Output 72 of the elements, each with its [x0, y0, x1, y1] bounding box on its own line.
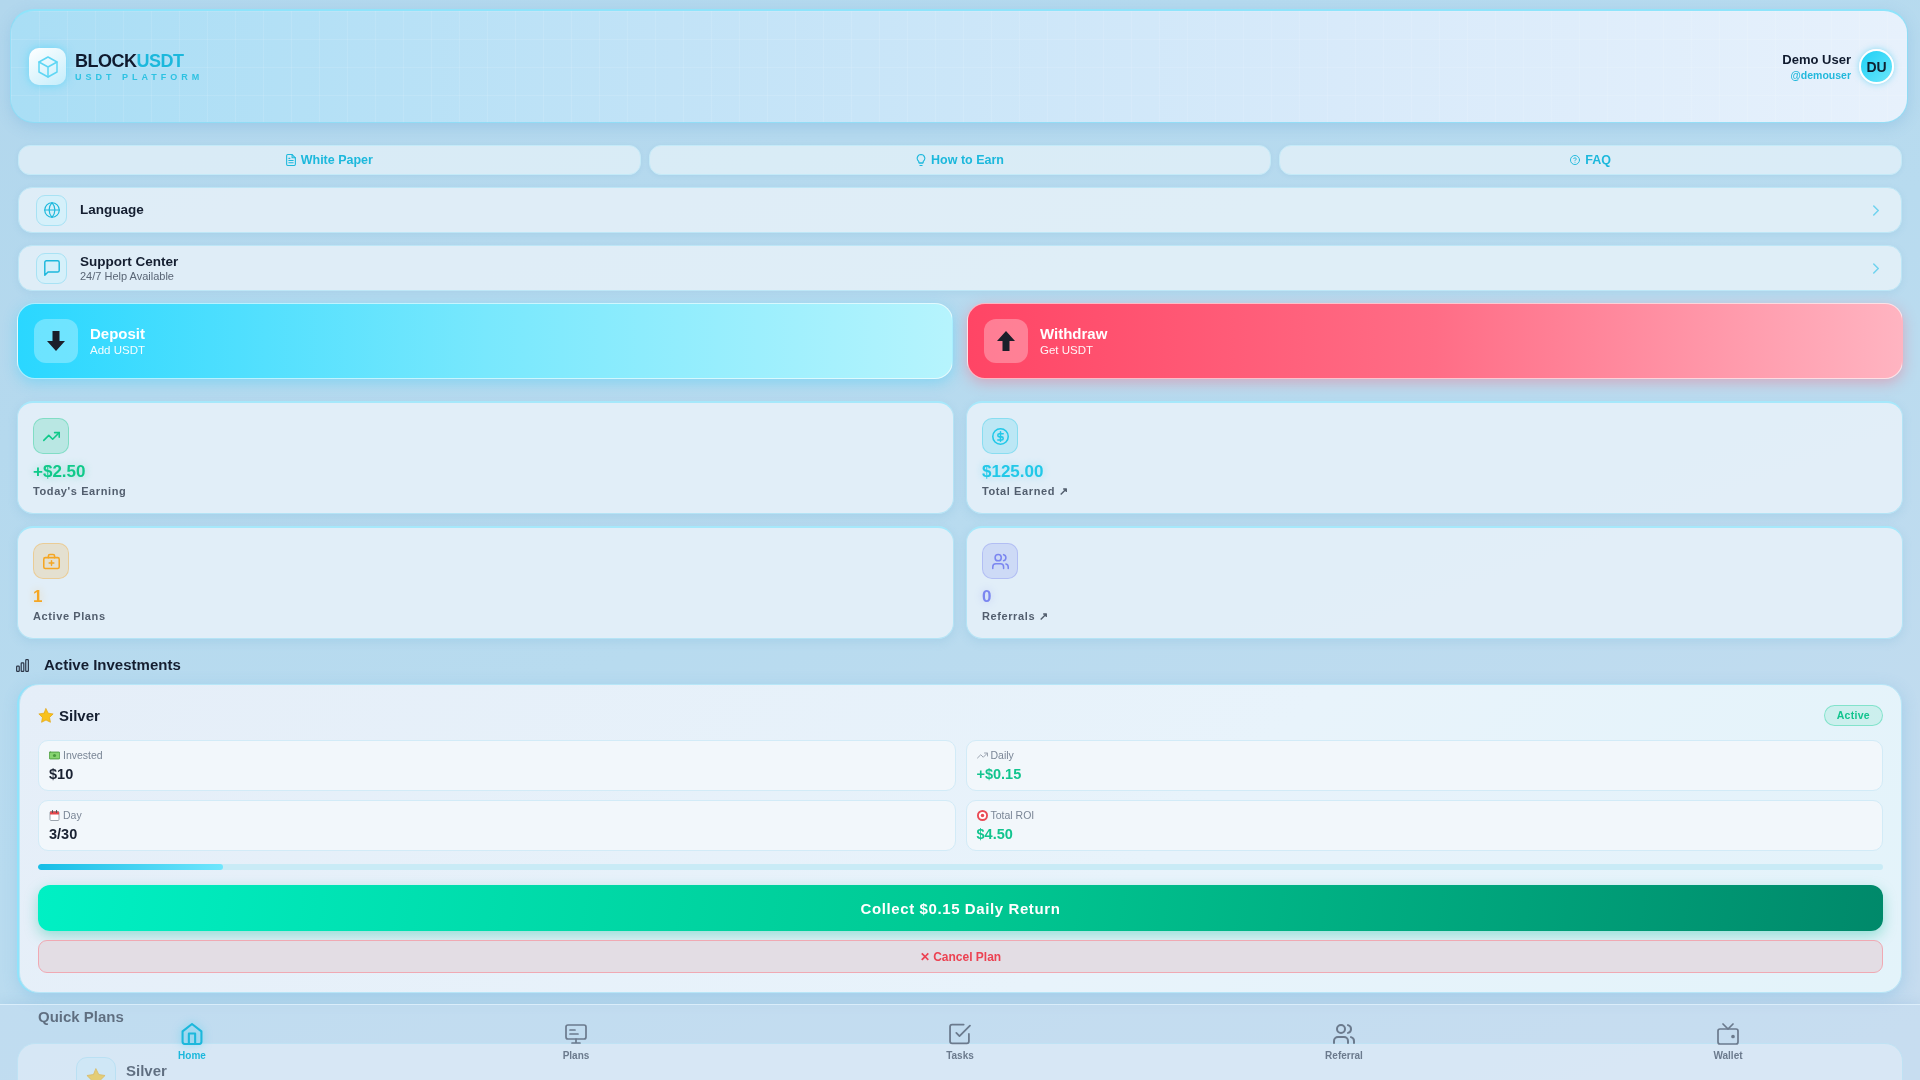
info-label: Daily: [990, 749, 1014, 762]
cancel-button[interactable]: ✕ Cancel Plan: [38, 940, 1883, 973]
checkbox-icon: [949, 1023, 971, 1045]
user-avatar[interactable]: DU: [1859, 49, 1894, 84]
chevron-right-icon: [1873, 204, 1879, 216]
stat-label: Today's Earning: [33, 484, 127, 498]
link-button[interactable]: White Paper: [18, 145, 641, 175]
link-button[interactable]: How to Earn: [648, 145, 1272, 175]
cube-icon: [29, 48, 66, 85]
row-title: Language: [80, 202, 144, 218]
monitor-icon: [565, 1023, 587, 1045]
trend-up-icon: [33, 418, 69, 454]
info-value: +$0.15: [976, 765, 1022, 783]
nav-tab[interactable]: Home: [178, 1023, 206, 1061]
question-circle-icon: [1570, 154, 1581, 166]
card-title: Withdraw: [1040, 325, 1108, 343]
stat-label: Referrals ↗: [982, 609, 1049, 623]
stat-value: +$2.50: [33, 462, 86, 482]
menu-row[interactable]: Language: [18, 187, 1902, 233]
card-subtitle: Get USDT: [1040, 343, 1094, 357]
users-icon: [982, 543, 1018, 579]
tv-icon: [1717, 1023, 1739, 1045]
withdraw-card[interactable]: Withdraw Get USDT: [967, 303, 1903, 379]
card-title: Deposit: [90, 325, 145, 343]
stat-value: 0: [982, 587, 992, 607]
info-value: $4.50: [976, 825, 1013, 843]
row-subtitle: 24/7 Help Available: [80, 269, 174, 283]
plan-name: Silver: [126, 1063, 167, 1079]
stat-value: 1: [33, 587, 43, 607]
section-title: Quick Plans: [38, 1008, 124, 1026]
globe-icon: [36, 194, 67, 226]
arrow-up-icon: [984, 319, 1028, 363]
row-title: Support Center: [80, 253, 179, 270]
status-badge: Active: [1823, 704, 1883, 726]
deposit-card[interactable]: Deposit Add USDT: [17, 303, 953, 379]
trend-up-icon: [976, 752, 988, 759]
link-button[interactable]: FAQ: [1279, 145, 1902, 175]
brand-name: BLOCKUSDT: [75, 50, 184, 71]
plan-name: Silver: [59, 706, 100, 724]
info-value: $10: [49, 765, 74, 783]
user-handle: @demouser: [1790, 67, 1851, 82]
nav-tab[interactable]: Wallet: [1713, 1023, 1743, 1061]
stat-value: $125.00: [982, 462, 1044, 482]
home-icon: [181, 1023, 203, 1045]
target-icon: [976, 810, 988, 821]
bar-chart-icon: [16, 658, 29, 672]
menu-row[interactable]: Support Center 24/7 Help Available: [18, 245, 1902, 291]
briefcase-icon: [33, 543, 69, 579]
info-label: Invested: [63, 749, 103, 762]
section-title: Active Investments: [44, 656, 181, 674]
banknote-icon: [49, 750, 60, 761]
nav-tab[interactable]: Tasks: [946, 1023, 974, 1061]
stat-label: Total Earned ↗: [982, 484, 1069, 498]
lightbulb-icon: [916, 154, 927, 166]
card-subtitle: Add USDT: [90, 343, 145, 357]
calendar-icon: [49, 810, 60, 821]
arrow-down-icon: [34, 319, 78, 363]
nav-tab[interactable]: Referral: [1325, 1023, 1363, 1061]
dollar-coin-icon: [982, 418, 1018, 454]
document-icon: [285, 154, 296, 166]
stat-label: Active Plans: [33, 609, 106, 623]
nav-tab[interactable]: Plans: [562, 1023, 590, 1061]
brand-tagline: USDT PLATFORM: [75, 71, 204, 83]
users-icon: [1333, 1023, 1355, 1045]
chat-bubble-icon: [36, 252, 67, 284]
info-label: Day: [63, 809, 82, 822]
star-icon: [38, 707, 54, 723]
user-name: Demo User: [1782, 51, 1851, 68]
collect-button[interactable]: Collect $0.15 Daily Return: [38, 885, 1883, 931]
info-label: Total ROI: [990, 809, 1035, 822]
info-value: 3/30: [49, 825, 78, 843]
chevron-right-icon: [1873, 262, 1879, 274]
